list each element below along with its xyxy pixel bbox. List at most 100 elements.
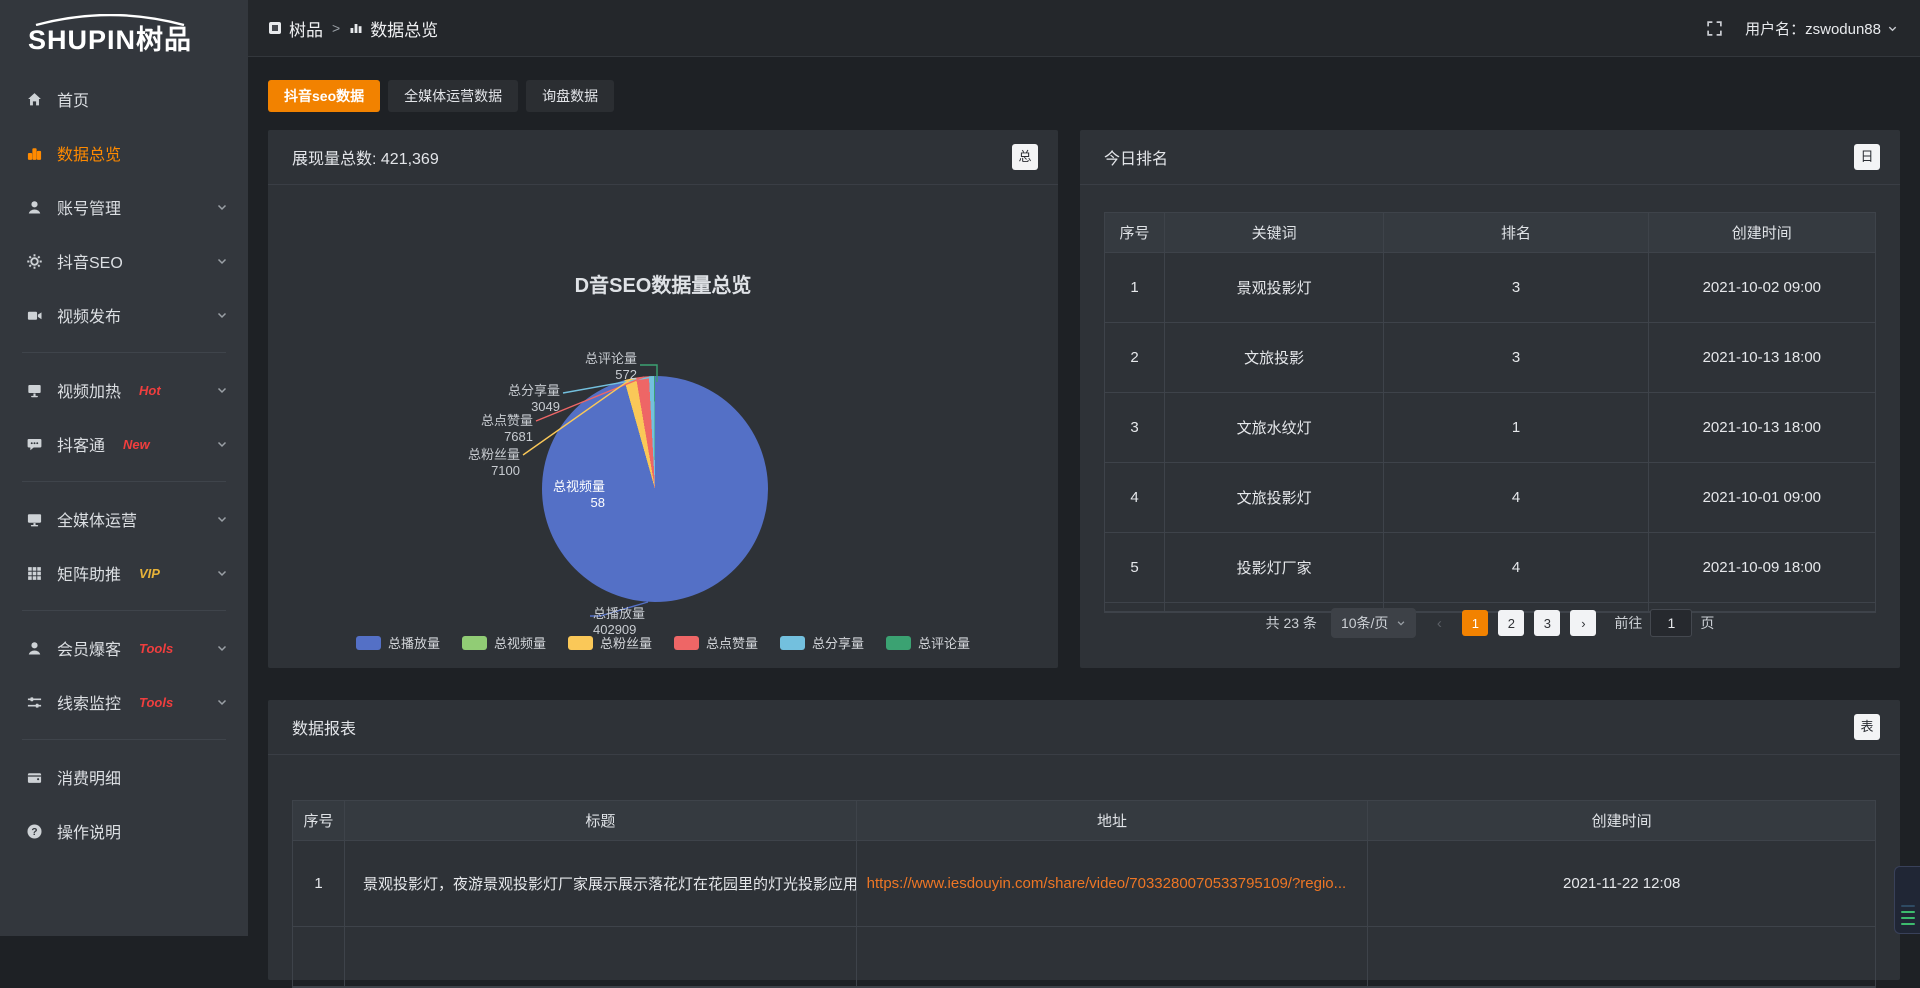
hot-badge: Hot (139, 383, 161, 398)
sidebar-item-label: 消费明细 (57, 765, 121, 789)
page-button-1[interactable]: 1 (1462, 610, 1488, 636)
bar-chart-icon (26, 145, 43, 162)
rank-panel-header: 今日排名 日 (1080, 130, 1900, 185)
page-size-select[interactable]: 10条/页 (1331, 608, 1416, 638)
impressions-total-label: 展现量总数: 421,369 (292, 145, 439, 169)
daily-view-button[interactable]: 日 (1854, 144, 1880, 170)
table-row-clipped (293, 927, 1875, 987)
table-row[interactable]: 1 景观投影灯 3 2021-10-02 09:00 (1105, 253, 1875, 323)
wallet-icon (26, 769, 43, 786)
prev-page-button[interactable]: ‹ (1426, 610, 1452, 636)
legend-item-likes[interactable]: 总点赞量 (674, 633, 758, 652)
pie-label-likes: 总点赞量 7681 (481, 413, 533, 445)
new-badge: New (123, 437, 150, 452)
pie-label-fans: 总粉丝量 7100 (468, 447, 520, 479)
tab-douyin-seo-data[interactable]: 抖音seo数据 (268, 80, 380, 112)
chevron-down-icon (216, 255, 228, 267)
sidebar-item-label: 操作说明 (57, 819, 121, 843)
page-button-3[interactable]: 3 (1534, 610, 1560, 636)
chevron-down-icon (216, 696, 228, 708)
chevron-down-icon (216, 567, 228, 579)
sidebar-item-member-burst[interactable]: 会员爆客 Tools (0, 621, 248, 675)
sidebar-item-video-publish[interactable]: 视频发布 (0, 288, 248, 342)
sidebar-menu: 首页 数据总览 账号管理 抖音SEO 视频发布 视频加热 Hot (0, 72, 248, 858)
report-panel-title: 数据报表 (292, 715, 356, 739)
table-view-button[interactable]: 表 (1854, 714, 1880, 740)
sidebar-item-label: 矩阵助推 (57, 561, 121, 585)
next-page-button[interactable]: › (1570, 610, 1596, 636)
sidebar-item-spend-detail[interactable]: 消费明细 (0, 750, 248, 804)
sidebar-item-matrix-boost[interactable]: 矩阵助推 VIP (0, 546, 248, 600)
legend-item-shares[interactable]: 总分享量 (780, 633, 864, 652)
app-square-icon (268, 21, 282, 35)
data-tabs: 抖音seo数据 全媒体运营数据 询盘数据 (268, 80, 614, 112)
sidebar-item-label: 账号管理 (57, 195, 121, 219)
legend-item-comments[interactable]: 总评论量 (886, 633, 970, 652)
table-row[interactable]: 5 投影灯厂家 4 2021-10-09 18:00 (1105, 533, 1875, 603)
tab-inquiry-data[interactable]: 询盘数据 (526, 80, 614, 112)
user-menu[interactable]: 用户名：zswodun88 (1745, 18, 1898, 39)
report-table-header-row: 序号 标题 地址 创建时间 (293, 801, 1875, 841)
page-unit-label: 页 (1700, 613, 1714, 633)
sidebar-item-douyin-seo[interactable]: 抖音SEO (0, 234, 248, 288)
goto-page-input[interactable] (1650, 609, 1692, 637)
total-view-button[interactable]: 总 (1012, 144, 1038, 170)
sidebar-item-doketong[interactable]: 抖客通 New (0, 417, 248, 471)
breadcrumb-page[interactable]: 数据总览 (349, 16, 438, 41)
legend-item-videos[interactable]: 总视频量 (462, 633, 546, 652)
tab-omnimedia-data[interactable]: 全媒体运营数据 (388, 80, 518, 112)
pie-label-shares: 总分享量 3049 (508, 383, 560, 415)
sidebar-item-home[interactable]: 首页 (0, 72, 248, 126)
video-link[interactable]: https://www.iesdouyin.com/share/video/70… (857, 841, 1369, 927)
sidebar-item-data-overview[interactable]: 数据总览 (0, 126, 248, 180)
sidebar-item-label: 会员爆客 (57, 636, 121, 660)
chevron-down-icon (1887, 23, 1898, 34)
menu-divider (22, 739, 226, 740)
menu-divider (22, 481, 226, 482)
fullscreen-icon[interactable] (1706, 20, 1723, 37)
sidebar-item-video-heat[interactable]: 视频加热 Hot (0, 363, 248, 417)
grid-icon (26, 565, 43, 582)
chevron-down-icon (216, 438, 228, 450)
sliders-icon (26, 694, 43, 711)
chat-icon (26, 436, 43, 453)
bar-chart-icon (349, 21, 363, 35)
sidebar-item-omnimedia[interactable]: 全媒体运营 (0, 492, 248, 546)
sidebar-item-label: 抖客通 (57, 432, 105, 456)
chevron-down-icon (216, 513, 228, 525)
chevron-down-icon (216, 309, 228, 321)
report-panel: 数据报表 表 序号 标题 地址 创建时间 1 景观投影灯，夜游景观投影灯厂家展示… (268, 700, 1900, 980)
table-row[interactable]: 2 文旅投影 3 2021-10-13 18:00 (1105, 323, 1875, 393)
breadcrumb: 树品 > 数据总览 (268, 16, 438, 41)
legend-item-plays[interactable]: 总播放量 (356, 633, 440, 652)
topbar-right: 用户名：zswodun88 (1706, 18, 1898, 39)
sidebar-item-label: 首页 (57, 87, 89, 111)
table-row[interactable]: 4 文旅投影灯 4 2021-10-01 09:00 (1105, 463, 1875, 533)
pie-label-videos: 总视频量 58 (553, 479, 605, 511)
sidebar-item-lead-monitor[interactable]: 线索监控 Tools (0, 675, 248, 729)
topbar: 树品 > 数据总览 用户名：zswodun88 (248, 0, 1920, 57)
menu-divider (22, 352, 226, 353)
table-row[interactable]: 1 景观投影灯，夜游景观投影灯厂家展示展示落花灯在花园里的灯光投影应用效果 #.… (293, 841, 1875, 927)
report-panel-header: 数据报表 表 (268, 700, 1900, 755)
vip-badge: VIP (139, 566, 160, 581)
legend-item-fans[interactable]: 总粉丝量 (568, 633, 652, 652)
sidebar-item-label: 视频加热 (57, 378, 121, 402)
sidebar-item-help[interactable]: ? 操作说明 (0, 804, 248, 858)
pie-label-comments: 总评论量 572 (585, 351, 637, 383)
sidebar: SHUPIN树品 首页 数据总览 账号管理 抖音SEO 视频发布 (0, 0, 248, 936)
user-icon (26, 199, 43, 216)
home-icon (26, 91, 43, 108)
tools-badge: Tools (139, 641, 173, 656)
page-button-2[interactable]: 2 (1498, 610, 1524, 636)
rank-table-header-row: 序号 关键词 排名 创建时间 (1105, 213, 1875, 253)
floating-side-widget[interactable] (1894, 866, 1920, 934)
pagination-total: 共 23 条 (1266, 613, 1317, 633)
table-row[interactable]: 3 文旅水纹灯 1 2021-10-13 18:00 (1105, 393, 1875, 463)
sidebar-item-account[interactable]: 账号管理 (0, 180, 248, 234)
breadcrumb-app[interactable]: 树品 (268, 16, 323, 41)
rank-panel: 今日排名 日 序号 关键词 排名 创建时间 1 景观投影灯 3 2021-10-… (1080, 130, 1900, 668)
overview-panel-header: 展现量总数: 421,369 总 (268, 130, 1058, 185)
goto-page: 前往 页 (1614, 609, 1714, 637)
member-icon (26, 640, 43, 657)
